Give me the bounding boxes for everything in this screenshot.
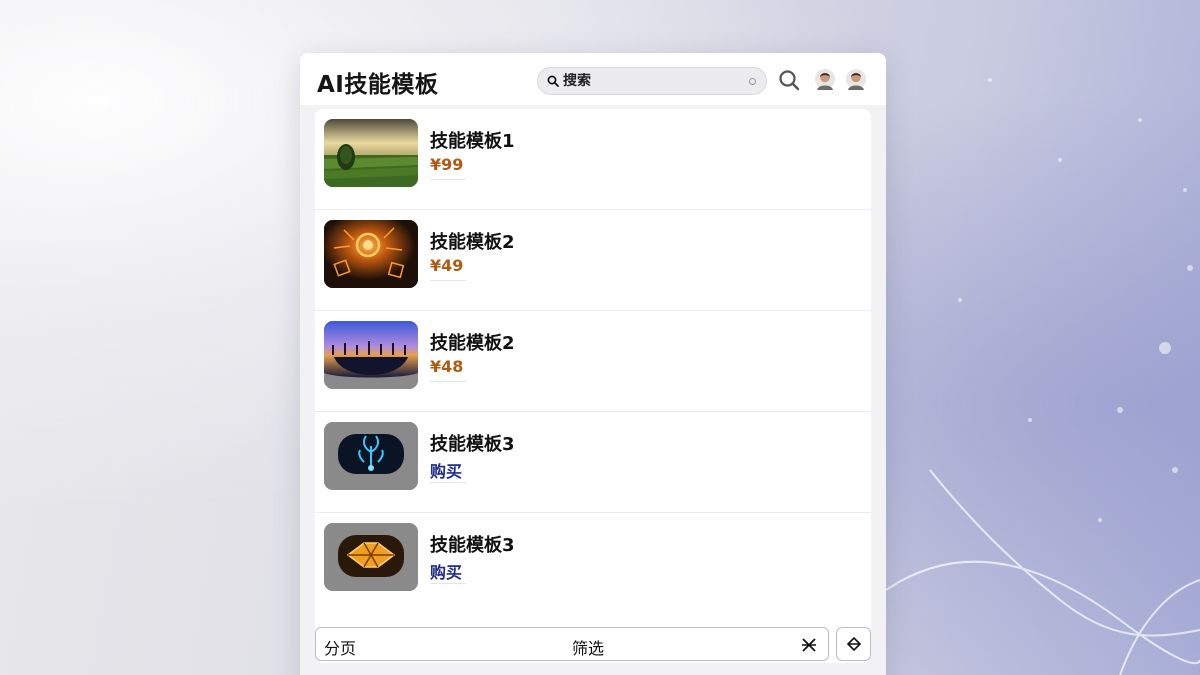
item-price: ¥48 [430,357,464,376]
app-title: AI技能模板 [317,72,439,98]
list-item[interactable]: 技能模板3 购买 [315,513,871,614]
close-x-icon[interactable] [800,636,818,654]
item-name: 技能模板3 [430,535,515,556]
orange-neon-shape-thumbnail [324,523,418,591]
item-name: 技能模板2 [430,333,515,354]
search-icon[interactable] [778,69,800,91]
list-item[interactable]: 技能模板3 购买 [315,412,871,513]
collapse-icon [846,636,862,656]
footer-toolbar: 分页 筛选 [315,627,829,661]
item-price: ¥49 [430,256,464,275]
list-item[interactable]: 技能模板2 ¥48 [315,311,871,412]
divider [430,482,466,483]
blue-neon-sprout-thumbnail [324,422,418,490]
user-avatar-icon[interactable] [845,68,867,92]
user-avatar-icon[interactable] [814,68,836,92]
template-list: 技能模板1 ¥99 技能模板2 ¥49 技能模板2 ¥48 技能模板3 购买 技… [315,109,871,663]
glowing-orb-thumbnail [324,220,418,288]
filter-button[interactable]: 筛选 [572,635,604,659]
buy-link[interactable]: 购买 [430,559,462,583]
item-name: 技能模板2 [430,232,515,253]
search-input[interactable] [563,73,733,89]
landscape-field-thumbnail [324,119,418,187]
pagination-button[interactable]: 分页 [324,635,356,659]
header-bar: AI技能模板 [300,53,886,105]
collapse-button[interactable] [836,627,871,661]
divider [430,280,466,281]
buy-link[interactable]: 购买 [430,458,462,482]
item-name: 技能模板1 [430,131,515,152]
list-item[interactable]: 技能模板1 ¥99 [315,109,871,210]
divider [430,583,466,584]
search-clear-icon[interactable] [749,78,756,85]
item-name: 技能模板3 [430,434,515,455]
list-item[interactable]: 技能模板2 ¥49 [315,210,871,311]
sunset-trees-thumbnail [324,321,418,389]
search-icon [547,72,559,91]
skill-template-panel: AI技能模板 搜索 技能模板1 ¥99 技能模板2 ¥49 技能模板2 ¥48 … [300,53,886,675]
divider [430,179,466,180]
item-price: ¥99 [430,155,464,174]
divider [430,381,466,382]
search-box[interactable] [537,67,767,95]
